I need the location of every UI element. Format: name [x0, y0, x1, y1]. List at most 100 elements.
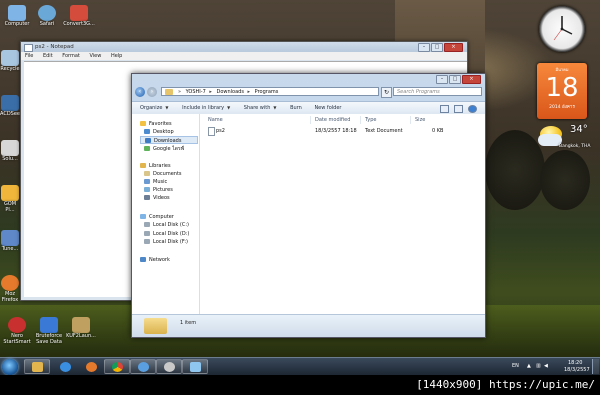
- desktop-icon-kuf2[interactable]: KUF2Laun...: [64, 317, 98, 340]
- maximize-button[interactable]: □: [449, 75, 461, 84]
- firefox-icon: [86, 362, 97, 372]
- explorer-titlebar[interactable]: – □ ×: [132, 74, 485, 84]
- menu-edit[interactable]: Edit: [43, 53, 53, 59]
- menu-view[interactable]: View: [89, 53, 101, 59]
- background-tree: [485, 130, 545, 210]
- column-date-modified[interactable]: Date modified: [315, 116, 350, 124]
- desktop-icon-firefox[interactable]: Moz Firefox: [0, 275, 20, 303]
- clock-gadget[interactable]: [539, 6, 585, 52]
- desktop-icon-acdsee[interactable]: ACDSee: [0, 95, 20, 118]
- explorer-window[interactable]: – □ × ‹ › » YOSHI-7 ▸ Downloads ▸ Progra…: [131, 73, 486, 338]
- nav-videos[interactable]: Videos: [144, 194, 170, 202]
- language-indicator[interactable]: EN: [512, 363, 519, 369]
- menu-file[interactable]: File: [25, 53, 33, 59]
- nav-favorites[interactable]: Favorites: [140, 120, 172, 128]
- desktop-icon-computer[interactable]: Computer: [0, 5, 34, 28]
- tray-arrow-icon[interactable]: ▲: [527, 363, 531, 369]
- internet-explorer-icon: [60, 362, 71, 372]
- nav-drive-f[interactable]: Local Disk (F:): [144, 238, 188, 246]
- preview-pane-icon[interactable]: [454, 105, 463, 113]
- network-tray-icon[interactable]: ▥: [536, 363, 541, 369]
- taskbar-app[interactable]: [130, 359, 156, 374]
- clock-time[interactable]: 18:20: [568, 360, 582, 366]
- minimize-button[interactable]: –: [418, 43, 430, 52]
- start-button[interactable]: [2, 359, 18, 375]
- nav-drive-d[interactable]: Local Disk (D:): [144, 230, 189, 238]
- desktop-icon-safari[interactable]: Safari: [30, 5, 64, 28]
- file-row[interactable]: ps2 18/3/2557 18:18 Text Document 0 KB: [206, 127, 479, 136]
- file-type: Text Document: [365, 128, 403, 134]
- menu-help[interactable]: Help: [111, 53, 122, 59]
- details-pane: 1 item: [132, 314, 485, 337]
- desktop-icon-solution[interactable]: Solu...: [0, 140, 20, 163]
- refresh-button[interactable]: ↻: [381, 87, 392, 98]
- forward-button[interactable]: ›: [147, 87, 157, 97]
- pictures-icon: [144, 187, 150, 192]
- organize-button[interactable]: Organize: [140, 105, 162, 111]
- view-options-icon[interactable]: [440, 105, 449, 113]
- help-icon[interactable]: [468, 105, 477, 113]
- library-icon: [140, 163, 146, 168]
- bruteforce-icon: [40, 317, 58, 333]
- breadcrumb-downloads[interactable]: Downloads: [216, 89, 243, 95]
- taskbar-firefox[interactable]: [78, 359, 104, 374]
- desktop-icon-convert3gp[interactable]: Convert3G...: [62, 5, 96, 28]
- nav-documents[interactable]: Documents: [144, 170, 182, 178]
- file-list: Name Date modified Type Size ps2 18/3/25…: [200, 114, 485, 315]
- nav-libraries[interactable]: Libraries: [140, 162, 171, 170]
- music-icon: [144, 179, 150, 184]
- maximize-button[interactable]: □: [431, 43, 443, 52]
- nav-network[interactable]: Network: [140, 256, 170, 264]
- tune-icon: [1, 230, 19, 246]
- breadcrumb-programs[interactable]: Programs: [255, 89, 279, 95]
- app-icon: [1, 140, 19, 156]
- taskbar: EN ▲ ▥ ◀ 18:20 18/3/2557: [0, 357, 600, 375]
- desktop-icon-nero[interactable]: Nero StartSmart: [0, 317, 34, 345]
- minimize-button[interactable]: –: [436, 75, 448, 84]
- notepad-titlebar[interactable]: ps2 - Notepad – □ ×: [21, 42, 467, 52]
- show-desktop-button[interactable]: [592, 359, 599, 374]
- desktop: Computer Safari Convert3G... Recycle ACD…: [0, 0, 600, 375]
- desktop-icon-tune[interactable]: Tune...: [0, 230, 20, 253]
- nav-music[interactable]: Music: [144, 178, 167, 186]
- breadcrumb-yoshi[interactable]: YOSHI-7: [186, 89, 206, 95]
- nav-pictures[interactable]: Pictures: [144, 186, 173, 194]
- nav-computer[interactable]: Computer: [140, 213, 174, 221]
- menu-format[interactable]: Format: [62, 53, 80, 59]
- column-name[interactable]: Name: [208, 116, 223, 124]
- desktop-icon-gom-player[interactable]: GOM Pl...: [0, 185, 20, 213]
- calendar-gadget[interactable]: มีนาคม 18 2014 อังคาร: [537, 63, 587, 119]
- nav-google-drive[interactable]: Google ไดรฟ์: [144, 145, 184, 153]
- close-button[interactable]: ×: [444, 43, 463, 52]
- image-caption: [1440x900] https://upic.me/: [416, 378, 595, 391]
- weather-gadget[interactable]: 34° Bangkok, THA: [537, 122, 590, 154]
- burn-button[interactable]: Burn: [290, 105, 302, 111]
- search-input[interactable]: Search Programs: [393, 87, 482, 96]
- taskbar-explorer[interactable]: [24, 359, 50, 374]
- volume-icon[interactable]: ◀: [544, 363, 548, 369]
- computer-icon: [8, 5, 26, 21]
- nav-desktop[interactable]: Desktop: [144, 128, 174, 136]
- back-button[interactable]: ‹: [135, 87, 145, 97]
- file-date: 18/3/2557 18:18: [315, 128, 357, 134]
- taskbar-chrome[interactable]: [104, 359, 130, 374]
- column-size[interactable]: Size: [415, 116, 425, 124]
- taskbar-notepad[interactable]: [182, 359, 208, 374]
- desktop-icon-recycle[interactable]: Recycle: [0, 50, 20, 73]
- close-button[interactable]: ×: [462, 75, 481, 84]
- media-icon: [164, 362, 175, 372]
- nav-downloads[interactable]: Downloads: [140, 136, 198, 144]
- share-with-button[interactable]: Share with: [244, 105, 271, 111]
- column-type[interactable]: Type: [365, 116, 376, 124]
- desktop-icon: [144, 129, 150, 134]
- clock-date[interactable]: 18/3/2557: [564, 367, 590, 373]
- taskbar-ie[interactable]: [52, 359, 78, 374]
- videos-icon: [144, 195, 150, 200]
- address-bar[interactable]: » YOSHI-7 ▸ Downloads ▸ Programs: [161, 87, 379, 96]
- include-in-library-button[interactable]: Include in library: [182, 105, 224, 111]
- taskbar-media[interactable]: [156, 359, 182, 374]
- new-folder-button[interactable]: New folder: [314, 105, 341, 111]
- desktop-icon-bruteforce[interactable]: Bruteforce Save Data: [32, 317, 66, 345]
- nav-drive-c[interactable]: Local Disk (C:): [144, 221, 189, 229]
- weather-temperature: 34°: [570, 124, 588, 135]
